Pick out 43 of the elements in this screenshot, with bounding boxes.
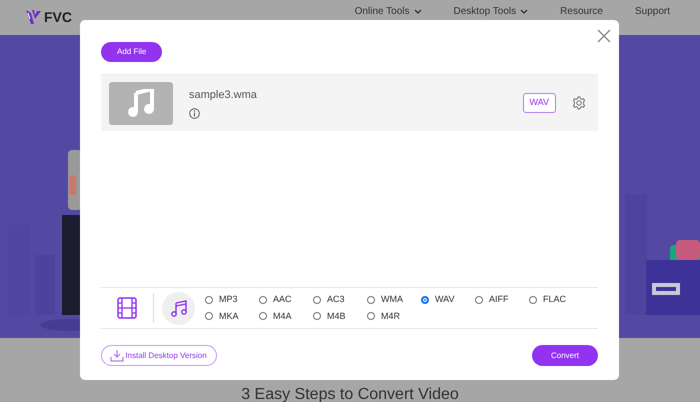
file-name: sample3.wma	[189, 88, 258, 104]
radio-button[interactable]	[259, 312, 267, 320]
radio-button[interactable]	[313, 296, 321, 304]
convert-button[interactable]: Convert	[532, 345, 598, 366]
logo-text[interactable]: FVC	[44, 7, 72, 28]
radio-button[interactable]	[529, 296, 537, 304]
radio-button[interactable]	[421, 296, 429, 304]
format-label: M4A	[273, 310, 292, 322]
nav-link[interactable]: Resource	[560, 4, 603, 19]
info-icon[interactable]	[189, 108, 200, 119]
download-icon	[110, 350, 124, 362]
install-desktop-button[interactable]: Install Desktop Version	[101, 345, 217, 366]
radio-button[interactable]	[475, 296, 483, 304]
page-heading: 3 Easy Steps to Convert Video	[241, 387, 459, 402]
format-label: M4R	[381, 310, 400, 322]
output-format-button[interactable]: WAV	[522, 93, 556, 113]
logo-icon	[26, 10, 44, 26]
nav-link[interactable]: Online Tools	[354, 4, 422, 19]
radio-button[interactable]	[205, 312, 213, 320]
add-file-button[interactable]: Add File	[101, 42, 162, 62]
music-note-icon	[128, 89, 154, 117]
format-label: AAC	[273, 293, 292, 306]
radio-button[interactable]	[313, 312, 321, 320]
film-icon	[117, 297, 137, 319]
radio-button[interactable]	[259, 296, 267, 304]
music-note-tab[interactable]	[162, 292, 195, 324]
music-note-icon	[170, 299, 188, 317]
format-label: M4B	[327, 310, 346, 322]
radio-button[interactable]	[367, 312, 375, 320]
format-label: MKA	[219, 310, 239, 322]
format-label: FLAC	[543, 293, 566, 306]
format-label: AIFF	[489, 293, 508, 306]
format-label: WAV	[435, 293, 454, 306]
format-label: MP3	[219, 293, 238, 306]
settings-icon[interactable]	[572, 96, 586, 110]
format-label: WMA	[381, 293, 403, 306]
nav-link[interactable]: Support	[634, 4, 670, 19]
chevron-down-icon	[414, 8, 422, 14]
chevron-down-icon	[520, 8, 528, 14]
format-label: AC3	[327, 293, 345, 306]
radio-button[interactable]	[205, 296, 213, 304]
radio-button[interactable]	[367, 296, 375, 304]
nav-link[interactable]: Desktop Tools	[454, 4, 528, 19]
